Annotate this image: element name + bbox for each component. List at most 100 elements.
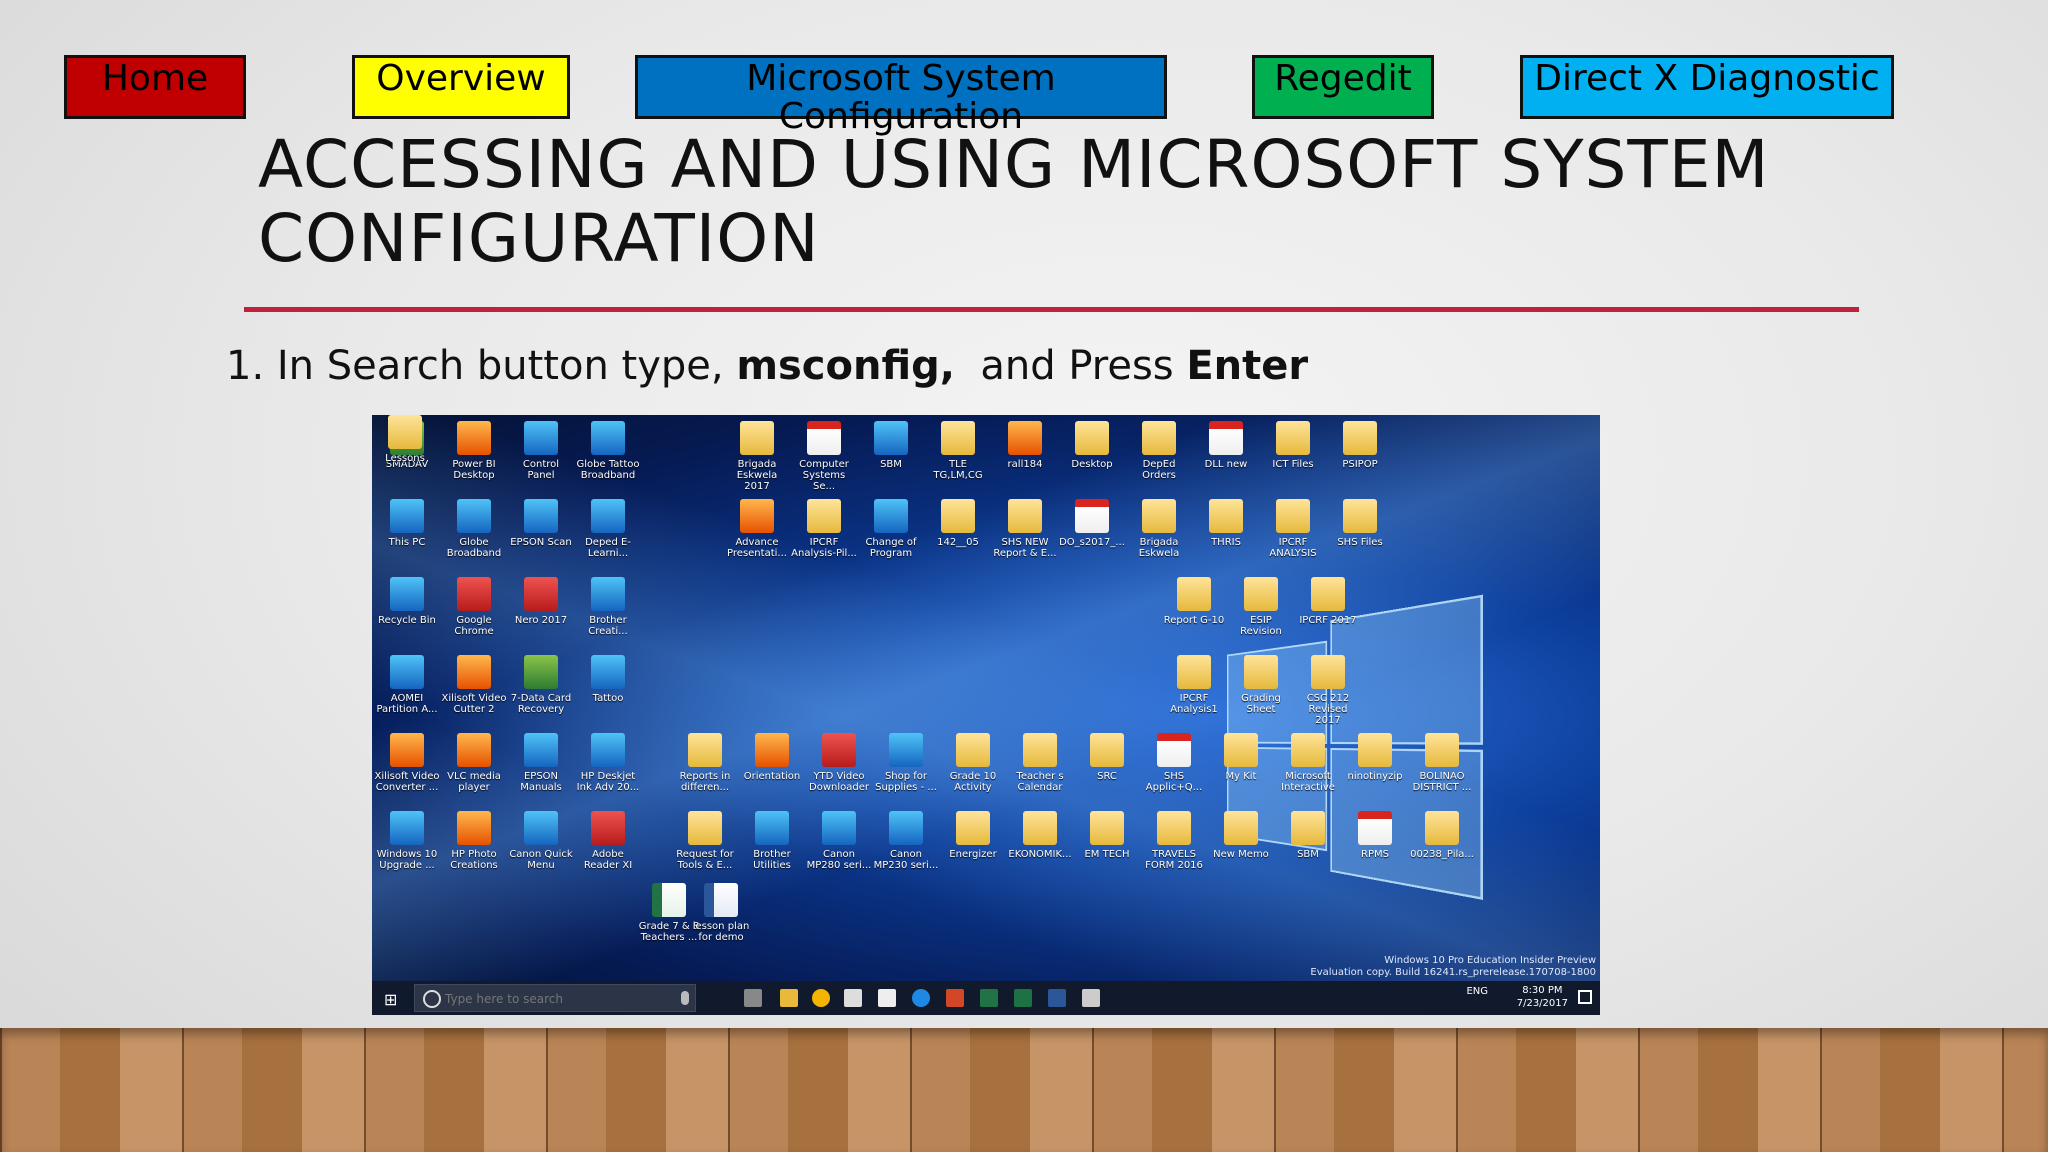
desktop-icon[interactable]: Reports in differen... [672,733,738,793]
desktop-icon[interactable]: Brigada Eskwela [1126,499,1192,559]
search-input[interactable] [443,991,677,1007]
desktop-icon[interactable]: Grade 10 Activity [940,733,1006,793]
desktop-icon[interactable]: DO_s2017_... [1059,499,1125,548]
desktop-icon[interactable]: DepEd Orders [1126,421,1192,481]
desktop-icon[interactable]: ICT Files [1260,421,1326,470]
desktop-icon[interactable]: ESIP Revision [1228,577,1294,637]
publisher-icon[interactable] [980,989,998,1007]
desktop-icon[interactable]: Brother Utilities [739,811,805,871]
desktop-icon[interactable]: IPCRF Analysis1 [1161,655,1227,715]
desktop-icon[interactable]: CSC 212 Revised 2017 [1295,655,1361,726]
desktop-icon[interactable]: PSIPOP [1327,421,1393,470]
dxdiag-button[interactable]: Direct X Diagnostic [1520,55,1894,119]
start-icon[interactable]: ⊞ [384,990,397,1009]
desktop-icon[interactable]: HP Photo Creations [441,811,507,871]
taskbar-search-box[interactable] [414,984,696,1012]
file-explorer-icon[interactable] [780,989,798,1007]
desktop-icon[interactable]: EPSON Manuals [508,733,574,793]
desktop-icon[interactable]: Deped E-Learni... [575,499,641,559]
desktop-icon[interactable]: Xilisoft Video Cutter 2 [441,655,507,715]
desktop-icon[interactable]: TLE TG,LM,CG [925,421,991,481]
desktop-icon[interactable]: EKONOMIK... [1007,811,1073,860]
desktop-icon[interactable]: Orientation [739,733,805,782]
desktop-icon[interactable]: My Kit [1208,733,1274,782]
desktop-icon[interactable]: SRC [1074,733,1140,782]
desktop-icon[interactable]: Globe Tattoo Broadband [575,421,641,481]
desktop-icon[interactable]: THRIS [1193,499,1259,548]
desktop-icon[interactable]: Report G-10 [1161,577,1227,626]
desktop-icon[interactable]: Brigada Eskwela 2017 [724,421,790,492]
mail-icon[interactable] [1082,989,1100,1007]
desktop-icon[interactable]: 00238_Pila... [1409,811,1475,860]
desktop-icon[interactable]: Windows 10 Upgrade ... [374,811,440,871]
desktop-icon[interactable]: 142__05 [925,499,991,548]
desktop-icon[interactable]: EM TECH [1074,811,1140,860]
regedit-button[interactable]: Regedit [1252,55,1434,119]
desktop-icon[interactable]: Canon MP230 seri... [873,811,939,871]
desktop-icon[interactable]: Adobe Reader XI [575,811,641,871]
desktop-icon[interactable]: Brother Creati... [575,577,641,637]
desktop-icon[interactable]: Lessons [372,415,438,464]
action-center-icon[interactable] [1578,990,1592,1004]
edge-icon[interactable] [912,989,930,1007]
desktop-icon[interactable]: DLL new [1193,421,1259,470]
desktop-icon[interactable]: Canon MP280 seri... [806,811,872,871]
microphone-icon[interactable] [681,991,689,1005]
desktop-icon[interactable]: YTD Video Downloader [806,733,872,793]
desktop-icon[interactable]: Tattoo [575,655,641,704]
desktop-icon[interactable]: 7-Data Card Recovery [508,655,574,715]
desktop-icon[interactable]: EPSON Scan [508,499,574,548]
desktop-icon[interactable]: SHS Files [1327,499,1393,548]
desktop-icon[interactable]: Power BI Desktop [441,421,507,481]
desktop-icon[interactable]: New Memo [1208,811,1274,860]
desktop-icon[interactable]: Canon Quick Menu [508,811,574,871]
task-view-icon[interactable] [744,989,762,1007]
desktop-icon[interactable]: SBM [858,421,924,470]
chrome-icon[interactable] [812,989,830,1007]
desktop-icon[interactable]: Desktop [1059,421,1125,470]
desktop-icon[interactable]: VLC media player [441,733,507,793]
desktop-icon[interactable]: Teacher s Calendar [1007,733,1073,793]
overview-button[interactable]: Overview [352,55,570,119]
desktop-icon[interactable]: This PC [374,499,440,548]
desktop-icon-label: Brother Creati... [588,615,628,637]
desktop-icon[interactable]: IPCRF 2017 [1295,577,1361,626]
store-icon[interactable] [878,989,896,1007]
desktop-icon[interactable]: lesson plan for demo [688,883,754,943]
desktop-icon[interactable]: SHS NEW Report & E... [992,499,1058,559]
desktop-icon[interactable]: HP Deskjet Ink Adv 20... [575,733,641,793]
home-button[interactable]: Home [64,55,246,119]
language-indicator[interactable]: ENG [1466,986,1488,997]
desktop-icon[interactable]: Xilisoft Video Converter ... [374,733,440,793]
taskbar-clock[interactable]: 8:30 PM 7/23/2017 [1517,984,1568,1010]
desktop-icon[interactable]: RPMS [1342,811,1408,860]
desktop-icon[interactable]: Shop for Supplies - ... [873,733,939,793]
desktop-icon[interactable]: IPCRF Analysis-Pil... [791,499,857,559]
desktop-icon[interactable]: Nero 2017 [508,577,574,626]
excel-icon[interactable] [1014,989,1032,1007]
desktop-icon[interactable]: SHS Applic+Q... [1141,733,1207,793]
desktop-icon[interactable]: Change of Program [858,499,924,559]
desktop-icon[interactable]: Google Chrome [441,577,507,637]
desktop-icon[interactable]: Globe Broadband [441,499,507,559]
desktop-icon[interactable]: SBM [1275,811,1341,860]
desktop-icon[interactable]: AOMEI Partition A... [374,655,440,715]
desktop-icon[interactable]: Grading Sheet [1228,655,1294,715]
camera-icon[interactable] [844,989,862,1007]
desktop-icon[interactable]: Control Panel [508,421,574,481]
desktop-icon[interactable]: rall184 [992,421,1058,470]
powerpoint-icon[interactable] [946,989,964,1007]
desktop-icon[interactable]: BOLINAO DISTRICT ... [1409,733,1475,793]
desktop-icon[interactable]: ninotinyzip [1342,733,1408,782]
desktop-icon[interactable]: TRAVELS FORM 2016 [1141,811,1207,871]
desktop-icon[interactable]: Energizer [940,811,1006,860]
msconfig-button[interactable]: Microsoft System Configuration [635,55,1167,136]
desktop-icon[interactable]: Computer Systems Se... [791,421,857,492]
desktop-icon[interactable]: Request for Tools & E... [672,811,738,871]
desktop-icon[interactable]: Advance Presentati... [724,499,790,559]
desktop-icon[interactable]: Recycle Bin [374,577,440,626]
desktop-icon-label: Brother Utilities [753,849,791,871]
desktop-icon[interactable]: Microsoft Interactive [1275,733,1341,793]
word-icon[interactable] [1048,989,1066,1007]
desktop-icon[interactable]: IPCRF ANALYSIS [1260,499,1326,559]
